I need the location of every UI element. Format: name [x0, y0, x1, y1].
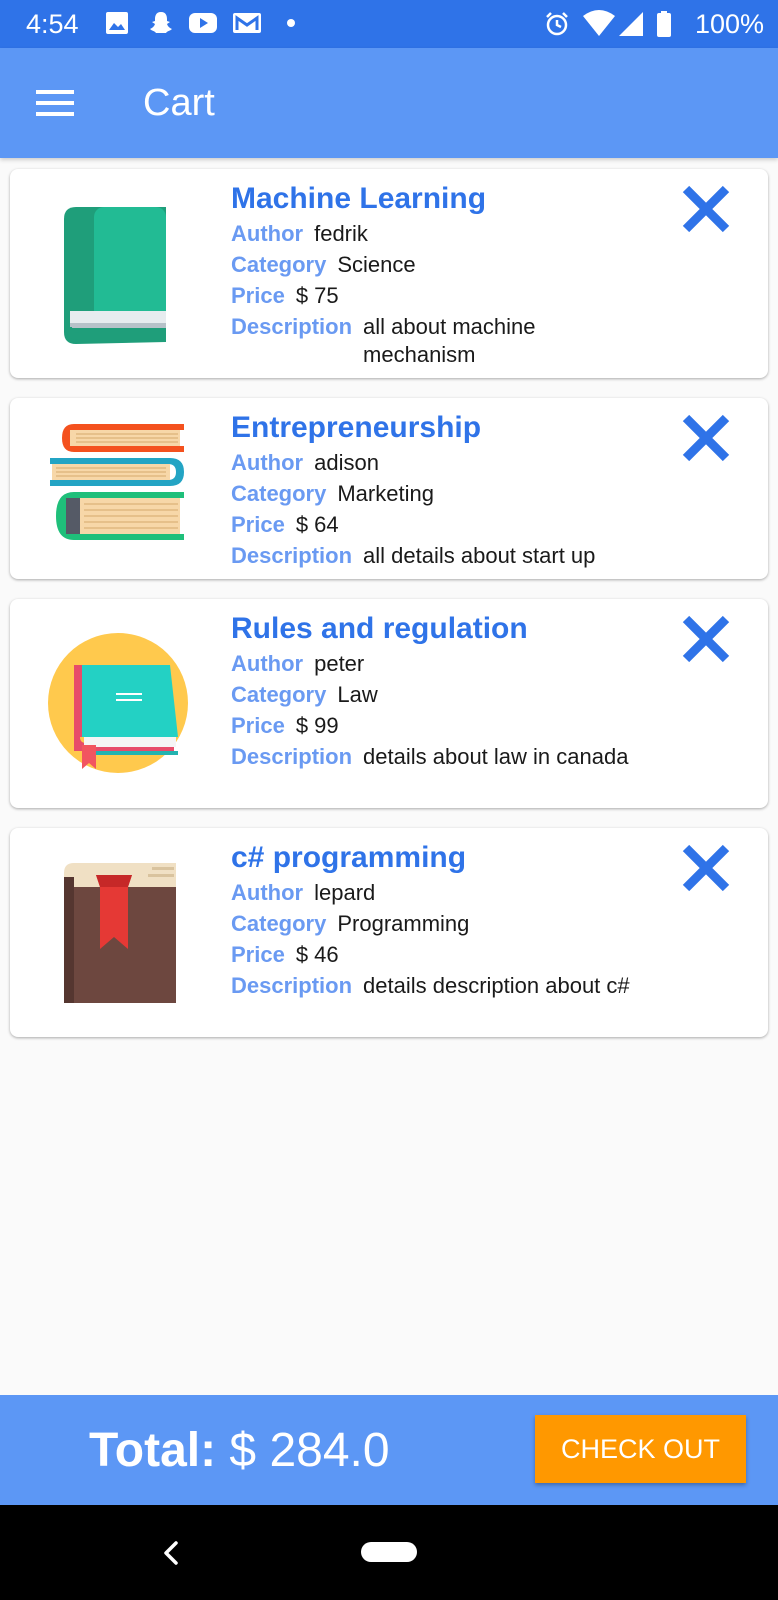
price-label: Price [231, 283, 285, 308]
category-label: Category [231, 481, 327, 506]
price-value: $ 99 [295, 713, 339, 738]
description-value: all details about start up [363, 543, 596, 568]
snapchat-icon [150, 12, 172, 33]
brown-book-icon [64, 863, 176, 1003]
gmail-icon [233, 13, 261, 33]
description-label: Description [231, 744, 353, 769]
app-bar: Cart [0, 48, 778, 158]
dot-icon [287, 19, 295, 27]
author-label: Author [231, 651, 304, 676]
home-pill-button[interactable] [361, 1542, 417, 1562]
checkout-bar: Total: $ 284.0 CHECK OUT [0, 1395, 778, 1505]
author-label: Author [231, 450, 304, 475]
close-icon [682, 414, 730, 462]
author-label: Author [231, 880, 304, 905]
wifi-icon [583, 10, 615, 36]
author-row: Author peter [231, 650, 651, 678]
cart-total: Total: $ 284.0 [89, 1423, 390, 1478]
page-title: Cart [143, 82, 215, 124]
description-label: Description [231, 314, 353, 339]
book-title: Machine Learning [231, 182, 487, 215]
book-title: Rules and regulation [231, 612, 528, 645]
category-value: Science [337, 252, 416, 277]
price-value: $ 46 [295, 942, 339, 967]
close-icon [682, 615, 730, 663]
price-row: Price $ 46 [231, 941, 651, 969]
price-row: Price $ 64 [231, 511, 651, 539]
close-icon [682, 185, 730, 233]
remove-item-button[interactable] [680, 842, 732, 894]
price-row: Price $ 75 [231, 282, 651, 310]
back-button[interactable] [156, 1535, 186, 1571]
book-title: Entrepreneurship [231, 411, 482, 444]
youtube-icon [189, 13, 217, 33]
teal-book-icon [48, 633, 188, 773]
hamburger-menu-icon [36, 90, 74, 116]
description-row: Description all about machine mechanism [231, 313, 651, 369]
author-value: peter [314, 651, 365, 676]
category-row: Category Law [231, 681, 651, 709]
author-value: lepard [314, 880, 376, 905]
price-label: Price [231, 512, 285, 537]
category-label: Category [231, 682, 327, 707]
category-value: Programming [337, 911, 470, 936]
status-time: 4:54 [26, 9, 79, 39]
category-row: Category Marketing [231, 480, 651, 508]
author-value: fedrik [314, 221, 368, 246]
book-info: c# programming Author lepard Category Pr… [231, 840, 651, 1000]
cart-item-card: Rules and regulation Author peter Catego… [10, 599, 768, 808]
remove-item-button[interactable] [680, 412, 732, 464]
description-row: Description details about law in canada [231, 743, 651, 771]
battery-icon [657, 11, 671, 37]
remove-item-button[interactable] [680, 613, 732, 665]
author-value: adison [314, 450, 379, 475]
author-row: Author adison [231, 449, 651, 477]
category-row: Category Science [231, 251, 651, 279]
price-label: Price [231, 942, 285, 967]
book-info: Entrepreneurship Author adison Category … [231, 410, 651, 570]
cart-item-card: c# programming Author lepard Category Pr… [10, 828, 768, 1037]
book-title: c# programming [231, 841, 467, 874]
book-info: Rules and regulation Author peter Catego… [231, 611, 651, 771]
cart-item-card: Entrepreneurship Author adison Category … [10, 398, 768, 579]
image-icon [106, 12, 128, 34]
description-label: Description [231, 973, 353, 998]
remove-item-button[interactable] [680, 183, 732, 235]
total-label: Total: [89, 1424, 217, 1477]
description-row: Description details description about c# [231, 972, 651, 1000]
category-row: Category Programming [231, 910, 651, 938]
battery-percent: 100% [694, 9, 764, 39]
signal-icon [619, 12, 643, 36]
description-value: all about machine mechanism [363, 314, 536, 367]
description-label: Description [231, 543, 353, 568]
description-value: details about law in canada [363, 744, 629, 769]
stacked-books-icon [50, 424, 184, 540]
price-value: $ 64 [295, 512, 339, 537]
system-nav-bar [0, 1505, 778, 1600]
green-book-icon [64, 207, 166, 344]
description-row: Description all details about start up [231, 542, 651, 570]
book-info: Machine Learning Author fedrik Category … [231, 181, 651, 369]
close-icon [682, 844, 730, 892]
price-row: Price $ 99 [231, 712, 651, 740]
description-value: details description about c# [363, 973, 630, 998]
category-label: Category [231, 911, 327, 936]
price-value: $ 75 [295, 283, 339, 308]
alarm-icon [546, 12, 568, 36]
hamburger-menu-button[interactable] [26, 78, 86, 128]
author-label: Author [231, 221, 304, 246]
total-value: $ 284.0 [229, 1424, 390, 1477]
author-row: Author lepard [231, 879, 651, 907]
checkout-button[interactable]: CHECK OUT [535, 1415, 746, 1483]
chevron-left-icon [164, 1541, 178, 1565]
status-bar: 4:54 100% [0, 0, 778, 48]
category-label: Category [231, 252, 327, 277]
price-label: Price [231, 713, 285, 738]
category-value: Law [337, 682, 378, 707]
category-value: Marketing [337, 481, 434, 506]
cart-item-card: Machine Learning Author fedrik Category … [10, 169, 768, 378]
author-row: Author fedrik [231, 220, 651, 248]
